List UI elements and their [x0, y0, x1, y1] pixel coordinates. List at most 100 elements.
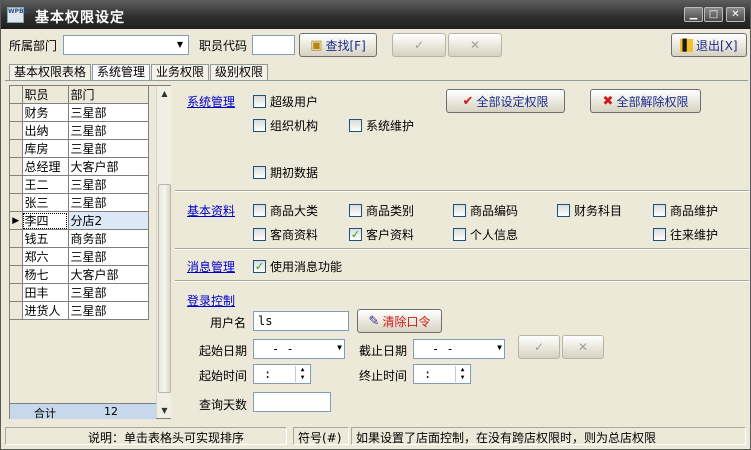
table-row[interactable]: 杨七 大客户部: [10, 265, 149, 284]
cell-employee[interactable]: 财务: [22, 103, 69, 122]
cell-dept[interactable]: 三星部: [68, 193, 149, 212]
table-row[interactable]: 进货人 三星部: [10, 301, 149, 320]
cell-employee[interactable]: 李四: [22, 211, 69, 230]
checkbox-product-maint[interactable]: 商品维护: [653, 202, 718, 219]
table-row[interactable]: 总经理 大客户部: [10, 157, 149, 176]
username-input[interactable]: ls: [253, 311, 349, 331]
cell-employee[interactable]: 总经理: [22, 157, 69, 176]
checkbox-use-message[interactable]: ✓ 使用消息功能: [253, 258, 342, 275]
table-row[interactable]: 财务 三星部: [10, 103, 149, 122]
login-confirm-button[interactable]: ✓: [518, 335, 560, 359]
checkbox-box[interactable]: [653, 204, 666, 217]
cell-dept[interactable]: 大客户部: [68, 157, 149, 176]
dept-combo[interactable]: ▼: [63, 35, 189, 55]
cell-dept[interactable]: 商务部: [68, 229, 149, 248]
cell-dept[interactable]: 三星部: [68, 121, 149, 140]
checkbox-box[interactable]: [253, 119, 266, 132]
exit-button[interactable]: ▌ 退出[X]: [671, 33, 747, 57]
tab-system-admin[interactable]: 系统管理: [92, 64, 151, 81]
checkbox-box[interactable]: [653, 228, 666, 241]
checkbox-sys-maint[interactable]: 系统维护: [349, 117, 414, 134]
checkbox-product-category[interactable]: 商品类别: [349, 202, 414, 219]
checkbox-box-checked[interactable]: ✓: [253, 260, 266, 273]
set-all-button[interactable]: ✔ 全部设定权限: [446, 89, 565, 113]
checkbox-personal-info[interactable]: 个人信息: [453, 226, 518, 243]
cell-dept[interactable]: 三星部: [68, 175, 149, 194]
checkbox-box[interactable]: [253, 95, 266, 108]
checkbox-finance-subject[interactable]: 财务科目: [557, 202, 622, 219]
code-input[interactable]: [252, 35, 295, 55]
cell-employee[interactable]: 杨七: [22, 265, 69, 284]
maximize-icon[interactable]: □: [704, 7, 723, 22]
checkbox-box[interactable]: [453, 228, 466, 241]
table-row[interactable]: ▶ 李四 分店2: [10, 211, 149, 230]
cell-dept[interactable]: 三星部: [68, 301, 149, 320]
checkbox-customer-info[interactable]: ✓ 客户资料: [349, 226, 414, 243]
grid-scrollbar[interactable]: ▲ ▼: [156, 86, 171, 418]
table-row[interactable]: 出纳 三星部: [10, 121, 149, 140]
cell-employee[interactable]: 库房: [22, 139, 69, 158]
checkbox-merchant-info[interactable]: 客商资料: [253, 226, 318, 243]
cell-employee[interactable]: 钱五: [22, 229, 69, 248]
checkbox-super-user[interactable]: 超级用户: [253, 93, 318, 110]
cell-employee[interactable]: 田丰: [22, 283, 69, 302]
employee-grid[interactable]: 职员 部门 财务 三星部 出纳 三星部 库房 三星部 总经理 大客户部 王二 三星部 张三 三星部 ▶ 李…: [9, 85, 171, 420]
checkbox-opening-data[interactable]: 期初数据: [253, 164, 318, 181]
table-row[interactable]: 钱五 商务部: [10, 229, 149, 248]
scroll-thumb[interactable]: [158, 184, 171, 393]
close-icon[interactable]: ✕: [726, 7, 745, 22]
cell-dept[interactable]: 三星部: [68, 283, 149, 302]
confirm-button[interactable]: ✓: [392, 33, 446, 57]
checkbox-box[interactable]: [253, 204, 266, 217]
end-time-spinner[interactable]: : ▲ ▼: [413, 364, 471, 384]
table-row[interactable]: 王二 三星部: [10, 175, 149, 194]
cell-dept[interactable]: 大客户部: [68, 265, 149, 284]
cell-employee[interactable]: 张三: [22, 193, 69, 212]
query-days-input[interactable]: [253, 392, 331, 412]
checkbox-box-checked[interactable]: ✓: [349, 228, 362, 241]
checkbox-box[interactable]: [453, 204, 466, 217]
spin-arrows-icon[interactable]: ▲ ▼: [295, 366, 309, 382]
checkbox-account-maint[interactable]: 往来维护: [653, 226, 718, 243]
checkbox-box[interactable]: [349, 119, 362, 132]
cell-dept[interactable]: 三星部: [68, 247, 149, 266]
clear-password-button[interactable]: ✎ 清除口令: [357, 309, 442, 333]
cancel-button[interactable]: ✕: [448, 33, 502, 57]
tab-level-perm[interactable]: 级别权限: [210, 64, 269, 81]
cell-employee[interactable]: 出纳: [22, 121, 69, 140]
section-basic-data[interactable]: 基本资料: [187, 202, 235, 219]
clear-all-button[interactable]: ✖ 全部解除权限: [590, 89, 701, 113]
checkbox-box[interactable]: [253, 166, 266, 179]
section-message[interactable]: 消息管理: [187, 258, 235, 275]
chevron-down-icon[interactable]: ▼: [497, 343, 502, 352]
find-button[interactable]: ▣ 查找[F]: [299, 33, 377, 57]
cell-employee[interactable]: 王二: [22, 175, 69, 194]
cell-dept[interactable]: 三星部: [68, 103, 149, 122]
table-row[interactable]: 库房 三星部: [10, 139, 149, 158]
tab-business-perm[interactable]: 业务权限: [151, 64, 210, 81]
column-header-employee[interactable]: 职员: [22, 86, 69, 104]
start-date-picker[interactable]: - - ▼: [253, 339, 345, 359]
end-date-picker[interactable]: - - ▼: [413, 339, 505, 359]
minimize-icon[interactable]: ▁: [684, 7, 703, 22]
tab-basic-perm-table[interactable]: 基本权限表格: [9, 64, 92, 81]
checkbox-box[interactable]: [349, 204, 362, 217]
checkbox-box[interactable]: [557, 204, 570, 217]
table-row[interactable]: 田丰 三星部: [10, 283, 149, 302]
section-login-control[interactable]: 登录控制: [187, 292, 235, 309]
spin-arrows-icon[interactable]: ▲ ▼: [455, 366, 469, 382]
checkbox-product-category-major[interactable]: 商品大类: [253, 202, 318, 219]
table-row[interactable]: 郑六 三星部: [10, 247, 149, 266]
cell-employee[interactable]: 进货人: [22, 301, 69, 320]
scroll-down-icon[interactable]: ▼: [157, 403, 172, 418]
table-row[interactable]: 张三 三星部: [10, 193, 149, 212]
scroll-up-icon[interactable]: ▲: [157, 86, 172, 101]
cell-dept[interactable]: 分店2: [68, 211, 149, 230]
column-header-dept[interactable]: 部门: [68, 86, 149, 104]
start-time-spinner[interactable]: : ▲ ▼: [253, 364, 311, 384]
login-cancel-button[interactable]: ✕: [562, 335, 604, 359]
chevron-down-icon[interactable]: ▼: [174, 39, 186, 51]
checkbox-box[interactable]: [253, 228, 266, 241]
chevron-down-icon[interactable]: ▼: [337, 343, 342, 352]
checkbox-product-code[interactable]: 商品编码: [453, 202, 518, 219]
